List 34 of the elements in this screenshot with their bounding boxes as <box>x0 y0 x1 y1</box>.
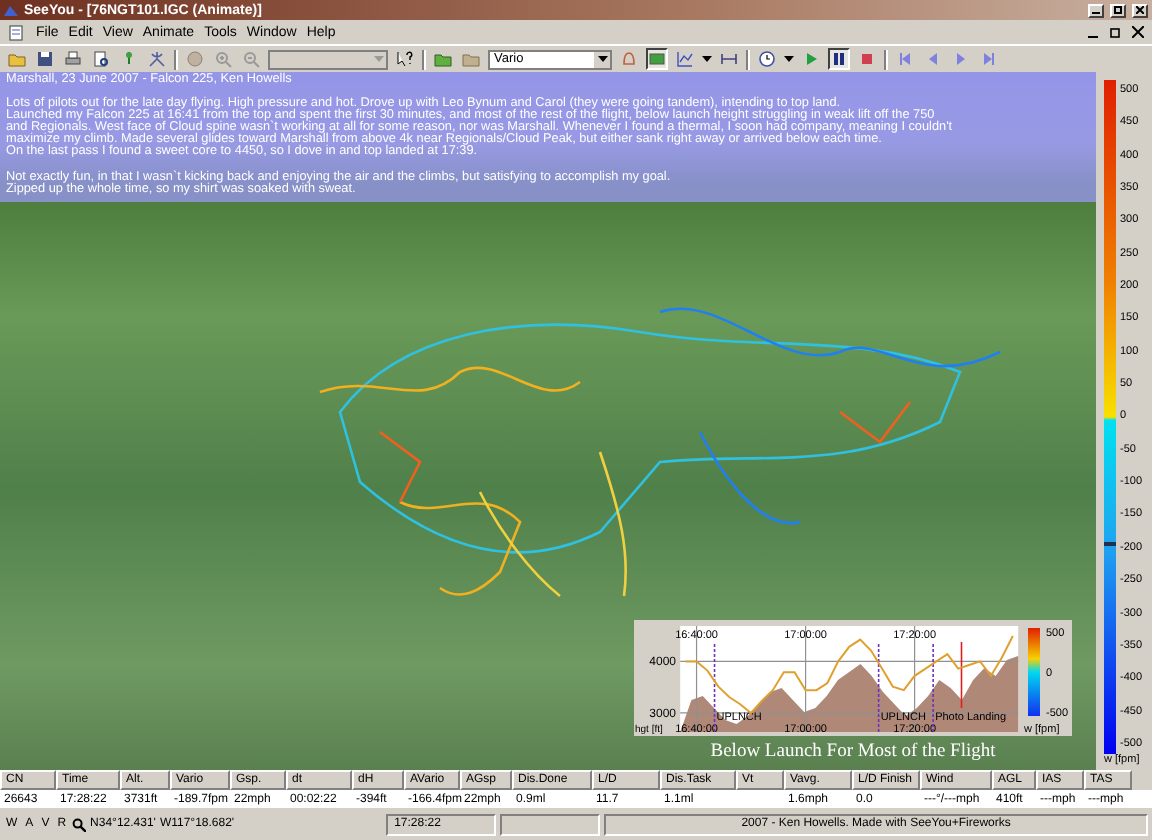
caret-icon[interactable] <box>784 56 794 62</box>
minimize-icon <box>1092 6 1100 14</box>
clock-icon[interactable] <box>756 48 778 70</box>
restore-icon[interactable] <box>1110 26 1122 38</box>
chart-icon[interactable] <box>674 48 696 70</box>
fit-width-icon[interactable] <box>718 48 740 70</box>
help-pointer-icon[interactable] <box>394 48 416 70</box>
close-icon <box>1136 6 1144 14</box>
maximize-icon <box>1114 6 1122 14</box>
skip-forward-icon[interactable] <box>978 48 1000 70</box>
pause-icon[interactable] <box>828 48 850 70</box>
antenna-icon[interactable] <box>146 48 168 70</box>
search-icon[interactable] <box>72 817 87 831</box>
maximize-button[interactable] <box>1110 3 1126 17</box>
caret-icon[interactable] <box>702 56 712 62</box>
marker-line <box>932 643 934 733</box>
print-icon[interactable] <box>62 48 84 70</box>
status-panel <box>500 813 601 835</box>
close-button[interactable] <box>1132 3 1148 17</box>
skip-back-icon[interactable] <box>894 48 916 70</box>
caret-icon <box>597 56 607 62</box>
color-scale-bar <box>1028 628 1040 716</box>
time-cursor-line <box>960 641 963 709</box>
folder-icon[interactable] <box>432 48 454 70</box>
app-icon <box>4 3 18 17</box>
close-icon[interactable] <box>1132 26 1144 38</box>
marker-line <box>877 643 880 733</box>
picture-icon[interactable] <box>646 48 668 70</box>
print-preview-icon[interactable] <box>90 48 112 70</box>
minimize-button[interactable] <box>1088 3 1104 17</box>
marker-line <box>713 643 716 733</box>
caret-icon <box>373 56 383 62</box>
save-icon[interactable] <box>34 48 56 70</box>
chart-caption: Below Launch For Most of the Flight <box>710 742 996 762</box>
